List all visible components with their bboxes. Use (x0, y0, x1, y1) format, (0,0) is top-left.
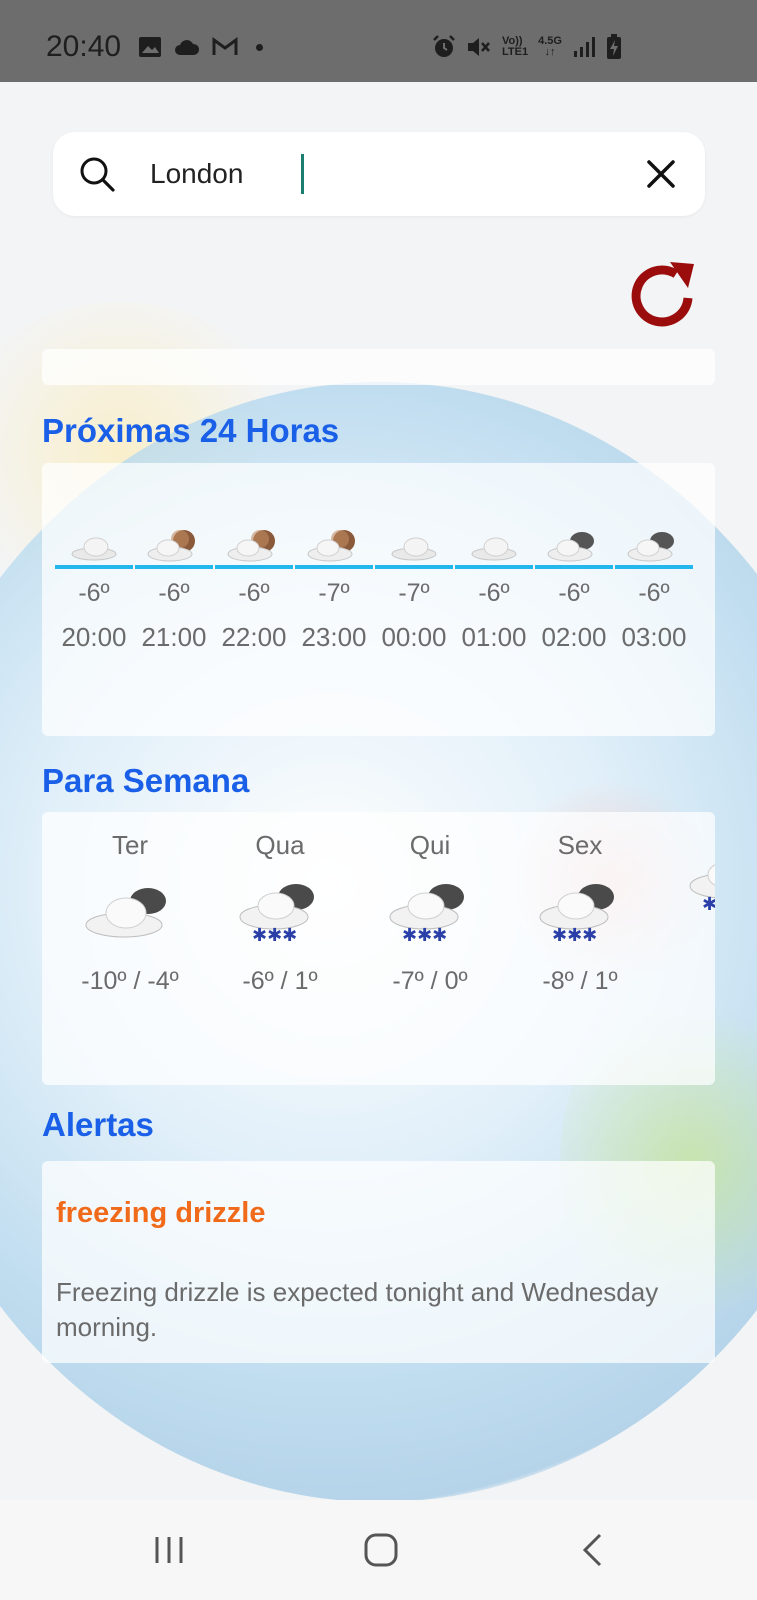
day-item: Qua ✱✱✱ -6º / 1º (210, 830, 350, 996)
hour-line (215, 565, 293, 569)
main-content: Próximas 24 Horas -6º 20:00 (0, 82, 757, 1500)
day-range: -7º / 0º (392, 967, 468, 995)
status-bar: 20:40 Vo)) LTE1 4.5G ↓↑ (0, 0, 757, 82)
alert-card: freezing drizzle Freezing drizzle is exp… (42, 1161, 715, 1363)
hour-item: -7º 23:00 (294, 527, 374, 653)
network-4-5g-icon: 4.5G ↓↑ (538, 35, 562, 58)
weekly-title: Para Semana (42, 762, 250, 799)
day-name: Qui (409, 830, 451, 860)
navigation-bar (0, 1500, 757, 1600)
mute-icon (468, 38, 490, 56)
hour-time: 03:00 (621, 622, 687, 652)
search-input[interactable] (150, 152, 610, 196)
snow-cloud-icon: ✱✱✱ (389, 884, 464, 945)
home-icon[interactable] (363, 1532, 399, 1568)
alert-heading: freezing drizzle (56, 1197, 266, 1229)
hour-line (455, 565, 533, 569)
snow-cloud-icon: ✱✱✱ (239, 884, 314, 945)
search-bar[interactable] (53, 132, 705, 216)
hour-time: 21:00 (141, 622, 207, 652)
hour-item: -6º 01:00 (454, 527, 534, 653)
day-name: Ter (111, 830, 149, 860)
hour-line (55, 565, 133, 569)
text-caret (301, 154, 304, 194)
hour-time: 20:00 (61, 622, 127, 652)
dot-icon (256, 43, 263, 51)
hour-temp: -6º (238, 579, 270, 607)
cloud-icon (71, 537, 117, 561)
snow-cloud-icon: ✱✱✱ (689, 864, 715, 914)
cloudy-icon (85, 888, 166, 938)
hour-time: 01:00 (461, 622, 527, 652)
hour-temp: -6º (638, 579, 670, 607)
svg-text:✱✱✱: ✱✱✱ (402, 925, 447, 945)
alerts-title: Alertas (42, 1106, 154, 1143)
cloud-moon-icon (227, 530, 275, 562)
dark-cloud-icon (627, 532, 674, 562)
dark-cloud-icon (547, 532, 594, 562)
hour-temp: -7º (318, 579, 350, 607)
status-time: 20:40 (46, 30, 122, 63)
day-item: ✱✱✱ -1 (660, 830, 715, 965)
cloud-moon-icon (147, 530, 195, 562)
hour-temp: -6º (78, 579, 110, 607)
signal-icon (573, 37, 595, 57)
search-icon[interactable] (77, 154, 117, 194)
hour-time: 23:00 (301, 622, 367, 652)
hour-item: -6º 20:00 (54, 527, 134, 653)
day-item: Ter -10º / -4º (60, 830, 200, 996)
hour-time: 22:00 (221, 622, 287, 652)
hour-item: -6º 21:00 (134, 527, 214, 653)
hourly-title: Próximas 24 Horas (42, 412, 340, 449)
hour-temp: -6º (478, 579, 510, 607)
weekly-forecast-card[interactable]: Ter -10º / -4º Qua ✱✱✱ -6º / 1º Qui ✱✱✱ … (42, 812, 715, 1085)
day-name: Qua (255, 830, 305, 860)
hour-temp: -6º (158, 579, 190, 607)
hourly-forecast-card[interactable]: -6º 20:00 -6º 21:00 -6º 22:00 -7º 23:00 … (42, 463, 715, 736)
refresh-icon[interactable] (626, 258, 702, 332)
day-item: Qui ✱✱✱ -7º / 0º (360, 830, 500, 996)
hour-item: -6º 22:00 (214, 527, 294, 653)
hourly-list[interactable]: -6º 20:00 -6º 21:00 -6º 22:00 -7º 23:00 … (54, 527, 694, 653)
gmail-icon (212, 37, 238, 55)
day-range: -10º / -4º (81, 967, 179, 995)
recent-apps-icon[interactable] (152, 1534, 186, 1566)
hour-item: -7º 00:00 (374, 527, 454, 653)
hour-line (295, 565, 373, 569)
current-weather-card (42, 349, 715, 385)
day-name: Sex (557, 830, 603, 860)
svg-text:✱✱✱: ✱✱✱ (702, 894, 715, 914)
svg-text:✱✱✱: ✱✱✱ (552, 925, 597, 945)
day-range: -8º / 1º (542, 967, 618, 995)
hour-line (135, 565, 213, 569)
hour-line (615, 565, 693, 569)
back-icon[interactable] (580, 1532, 604, 1568)
day-item: Sex ✱✱✱ -8º / 1º (510, 830, 650, 996)
hour-temp: -6º (558, 579, 590, 607)
cloud-moon-icon (307, 530, 355, 562)
day-range: -6º / 1º (242, 967, 318, 995)
hour-time: 00:00 (381, 622, 447, 652)
cloud-icon (471, 537, 517, 561)
alarm-icon (433, 35, 455, 57)
battery-charging-icon (606, 34, 621, 59)
hour-line (535, 565, 613, 569)
gallery-icon (139, 37, 161, 57)
cloud-icon (175, 40, 200, 55)
volte-icon: Vo)) LTE1 (502, 35, 529, 58)
svg-text:✱✱✱: ✱✱✱ (252, 925, 297, 945)
hour-line (375, 565, 453, 569)
hour-item: -6º 03:00 (614, 527, 694, 653)
hour-temp: -7º (398, 579, 430, 607)
cloud-icon (391, 537, 437, 561)
snow-cloud-icon: ✱✱✱ (539, 884, 614, 945)
hour-time: 02:00 (541, 622, 607, 652)
hour-item: -6º 02:00 (534, 527, 614, 653)
alert-description: Freezing drizzle is expected tonight and… (56, 1277, 659, 1342)
close-icon[interactable] (643, 156, 679, 192)
